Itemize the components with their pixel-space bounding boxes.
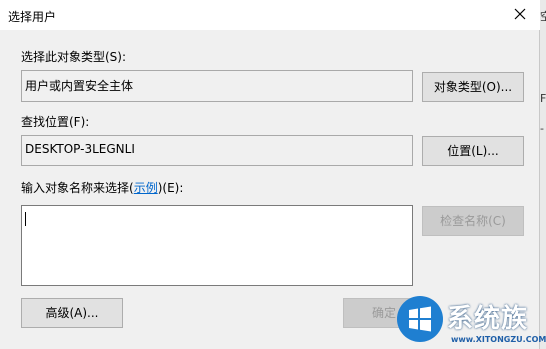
locations-button[interactable]: 位置(L)... bbox=[422, 136, 524, 166]
select-users-dialog: 选择用户 选择此对象类型(S): 用户或内置安全主体 对象类型(O)... 查找… bbox=[0, 0, 540, 349]
title-bar: 选择用户 bbox=[0, 0, 540, 30]
check-names-button[interactable]: 检查名称(C) bbox=[422, 206, 524, 236]
examples-link[interactable]: 示例 bbox=[134, 181, 158, 195]
object-names-label-prefix: 输入对象名称来选择( bbox=[21, 181, 134, 195]
object-types-button[interactable]: 对象类型(O)... bbox=[422, 72, 524, 102]
object-names-label: 输入对象名称来选择(示例)(E): bbox=[21, 179, 183, 196]
object-type-field: 用户或内置安全主体 bbox=[21, 70, 413, 102]
location-label: 查找位置(F): bbox=[21, 115, 90, 129]
background-window-text-1: 空 bbox=[540, 10, 546, 23]
object-names-input[interactable] bbox=[21, 205, 413, 286]
watermark-name: 系统族 bbox=[447, 304, 529, 334]
close-button[interactable] bbox=[510, 4, 530, 24]
text-caret bbox=[25, 212, 26, 226]
dialog-title: 选择用户 bbox=[8, 10, 57, 24]
object-type-label: 选择此对象类型(S): bbox=[21, 50, 127, 64]
windows-logo-icon bbox=[409, 306, 431, 332]
close-icon bbox=[514, 8, 526, 20]
watermark-logo-icon bbox=[397, 296, 443, 342]
background-window-text-3: - bbox=[540, 122, 544, 135]
location-field: DESKTOP-3LEGNLI bbox=[21, 135, 413, 166]
background-window-text-2: F bbox=[540, 92, 546, 105]
watermark-url: www.XITONGZU.COM bbox=[451, 335, 546, 344]
object-names-label-suffix: )(E): bbox=[157, 181, 184, 195]
advanced-button[interactable]: 高级(A)... bbox=[21, 298, 123, 328]
